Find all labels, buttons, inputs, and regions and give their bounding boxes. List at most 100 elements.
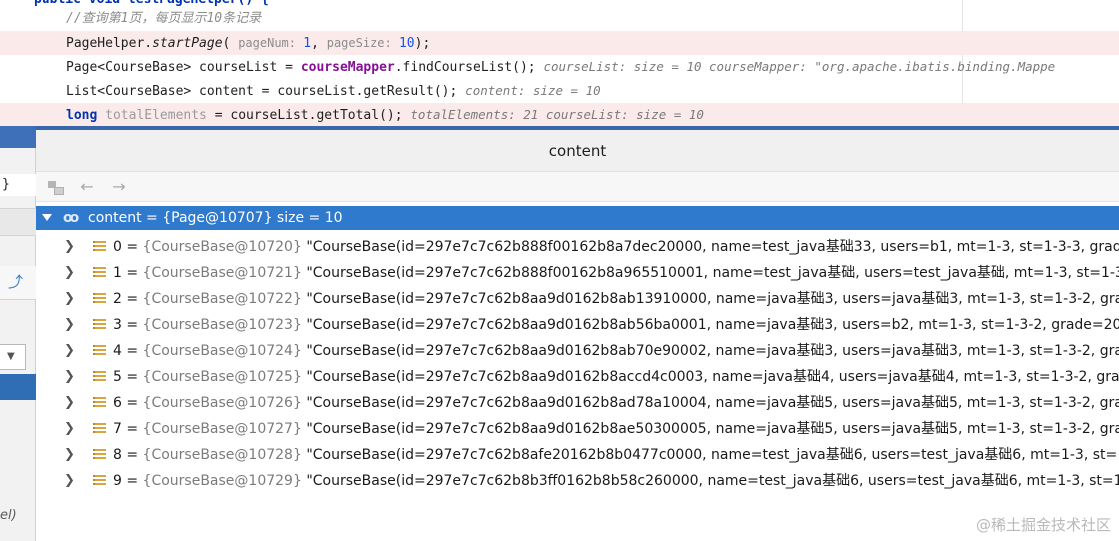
item-object-ref: {CourseBase@10725}	[142, 369, 302, 385]
tree-view-icon[interactable]	[46, 178, 66, 196]
item-object-ref: {CourseBase@10720}	[142, 239, 302, 255]
code-token: courseList: size = 10 courseMapper: "org…	[543, 59, 1056, 74]
item-value: "CourseBase(id=297e7c7c62b8b3ff0162b8b58…	[301, 473, 1119, 489]
tree-root-row[interactable]: oo content = {Page@10707} size = 10	[36, 206, 1119, 230]
code-token: 10	[398, 36, 415, 51]
left-panel-selected-row[interactable]	[0, 374, 36, 400]
chevron-right-icon[interactable]: ❯	[64, 416, 75, 442]
chevron-right-icon[interactable]: ❯	[64, 468, 75, 494]
code-line[interactable]: //查询第1页，每页显示10条记录	[0, 7, 1119, 31]
code-token: pageNum:	[238, 36, 304, 50]
code-token: totalElements	[105, 108, 207, 123]
tree-item-text: 8 = {CourseBase@10728} "CourseBase(id=29…	[113, 442, 1117, 468]
tree-item-text: 6 = {CourseBase@10726} "CourseBase(id=29…	[113, 390, 1119, 416]
tree-item-text: 5 = {CourseBase@10725} "CourseBase(id=29…	[113, 364, 1119, 390]
code-token: 1	[303, 36, 312, 51]
item-object-ref: {CourseBase@10729}	[142, 473, 302, 489]
tree-item-row[interactable]: ❯ 4 = {CourseBase@10724} "CourseBase(id=2…	[36, 338, 1119, 364]
tree-item-row[interactable]: ❯ 3 = {CourseBase@10723} "CourseBase(id=2…	[36, 312, 1119, 338]
code-token: courseMapper	[300, 60, 395, 75]
tree-item-row[interactable]: ❯ 8 = {CourseBase@10728} "CourseBase(id=2…	[36, 442, 1119, 468]
chevron-right-icon[interactable]: ❯	[64, 338, 75, 364]
variables-tree: oo content = {Page@10707} size = 10 ❯ 0 =…	[36, 206, 1119, 506]
chevron-right-icon[interactable]: ❯	[64, 364, 75, 390]
code-line[interactable]: long totalElements = courseList.getTotal…	[0, 103, 1119, 126]
tree-item-row[interactable]: ❯ 0 = {CourseBase@10720} "CourseBase(id=2…	[36, 234, 1119, 260]
chevron-right-icon[interactable]: ❯	[64, 286, 75, 312]
tree-item-row[interactable]: ❯ 2 = {CourseBase@10722} "CourseBase(id=2…	[36, 286, 1119, 312]
chevron-right-icon[interactable]: ❯	[64, 234, 75, 260]
chevron-right-icon[interactable]: ❯	[64, 312, 75, 338]
code-token: .findCourseList();	[394, 60, 544, 75]
item-value: "CourseBase(id=297e7c7c62b8aa9d0162b8ab1…	[301, 291, 1119, 307]
item-index: 5 =	[113, 369, 143, 385]
item-index: 7 =	[113, 421, 143, 437]
code-token: Page<CourseBase> courseList =	[66, 60, 301, 75]
code-token: content: size = 10	[465, 83, 601, 98]
code-token: totalElements: 21 courseList: size = 10	[410, 107, 704, 122]
forward-arrow-icon[interactable]: →	[109, 178, 129, 196]
left-panel-dropdown[interactable]: ▼	[0, 344, 26, 370]
code-token: //查询第1页，每页显示10条记录	[66, 11, 262, 26]
item-object-ref: {CourseBase@10724}	[142, 343, 302, 359]
field-icon	[93, 397, 106, 409]
item-index: 9 =	[113, 473, 143, 489]
item-value: "CourseBase(id=297e7c7c62b8aa9d0162b8ad7…	[301, 395, 1119, 411]
tree-item-row[interactable]: ❯ 7 = {CourseBase@10727} "CourseBase(id=2…	[36, 416, 1119, 442]
code-editor[interactable]: public void testPageHelper() {//查询第1页，每页…	[0, 0, 1119, 126]
item-index: 4 =	[113, 343, 143, 359]
watermark: @稀土掘金技术社区	[975, 516, 1111, 534]
tree-item-text: 2 = {CourseBase@10722} "CourseBase(id=29…	[113, 286, 1119, 312]
code-line-text: List<CourseBase> content = courseList.ge…	[66, 79, 601, 104]
back-arrow-icon[interactable]: ←	[77, 178, 97, 196]
field-icon	[93, 449, 106, 461]
left-code-brace: }	[0, 174, 36, 196]
field-icon	[93, 345, 106, 357]
left-side-panel: } ⤴ ▼ el)	[0, 126, 36, 541]
field-icon	[93, 371, 106, 383]
item-object-ref: {CourseBase@10723}	[142, 317, 302, 333]
tree-item-row[interactable]: ❯ 5 = {CourseBase@10725} "CourseBase(id=2…	[36, 364, 1119, 390]
code-token: ,	[311, 36, 327, 51]
item-index: 3 =	[113, 317, 143, 333]
item-value: "CourseBase(id=297e7c7c62b888f00162b8a96…	[301, 265, 1119, 281]
item-index: 2 =	[113, 291, 143, 307]
code-line[interactable]: Page<CourseBase> courseList = courseMapp…	[0, 55, 1119, 79]
code-token: List<CourseBase> content = courseList.ge…	[66, 84, 466, 99]
left-panel-text: el)	[0, 508, 17, 523]
tree-item-text: 7 = {CourseBase@10727} "CourseBase(id=29…	[113, 416, 1119, 442]
step-out-icon[interactable]: ⤴	[8, 274, 26, 290]
tree-item-text: 3 = {CourseBase@10723} "CourseBase(id=29…	[113, 312, 1119, 338]
popup-title[interactable]: content	[36, 130, 1119, 172]
tree-item-row[interactable]: ❯ 6 = {CourseBase@10726} "CourseBase(id=2…	[36, 390, 1119, 416]
left-panel-header	[0, 126, 36, 148]
field-icon	[93, 475, 106, 487]
item-object-ref: {CourseBase@10721}	[142, 265, 302, 281]
expand-arrow-icon[interactable]	[42, 214, 52, 221]
chevron-right-icon[interactable]: ❯	[64, 390, 75, 416]
item-value: "CourseBase(id=297e7c7c62b8aa9d0162b8ab7…	[301, 343, 1119, 359]
tree-item-row[interactable]: ❯ 9 = {CourseBase@10729} "CourseBase(id=2…	[36, 468, 1119, 494]
code-token: startPage	[152, 36, 223, 51]
tree-root-label: content = {Page@10707} size = 10	[88, 210, 343, 226]
item-object-ref: {CourseBase@10726}	[142, 395, 302, 411]
item-value: "CourseBase(id=297e7c7c62b8aa9d0162b8ab5…	[301, 317, 1119, 333]
chevron-right-icon[interactable]: ❯	[64, 260, 75, 286]
tree-item-row[interactable]: ❯ 1 = {CourseBase@10721} "CourseBase(id=2…	[36, 260, 1119, 286]
code-line[interactable]: List<CourseBase> content = courseList.ge…	[0, 79, 1119, 103]
popup-toolbar: ← →	[36, 172, 1119, 202]
code-line-text: long totalElements = courseList.getTotal…	[66, 103, 704, 126]
code-token: = courseList.getTotal();	[206, 108, 411, 123]
item-index: 8 =	[113, 447, 143, 463]
item-index: 0 =	[113, 239, 143, 255]
watch-glasses-icon: oo	[63, 210, 79, 226]
code-line[interactable]: PageHelper.startPage( pageNum: 1, pageSi…	[0, 31, 1119, 55]
code-line-text: //查询第1页，每页显示10条记录	[66, 7, 261, 31]
code-token: long	[66, 108, 106, 123]
chevron-right-icon[interactable]: ❯	[64, 442, 75, 468]
item-index: 1 =	[113, 265, 143, 281]
item-value: "CourseBase(id=297e7c7c62b8afe20162b8b04…	[301, 447, 1118, 463]
tree-item-text: 4 = {CourseBase@10724} "CourseBase(id=29…	[113, 338, 1119, 364]
item-object-ref: {CourseBase@10728}	[142, 447, 302, 463]
code-token: PageHelper.	[66, 36, 153, 51]
